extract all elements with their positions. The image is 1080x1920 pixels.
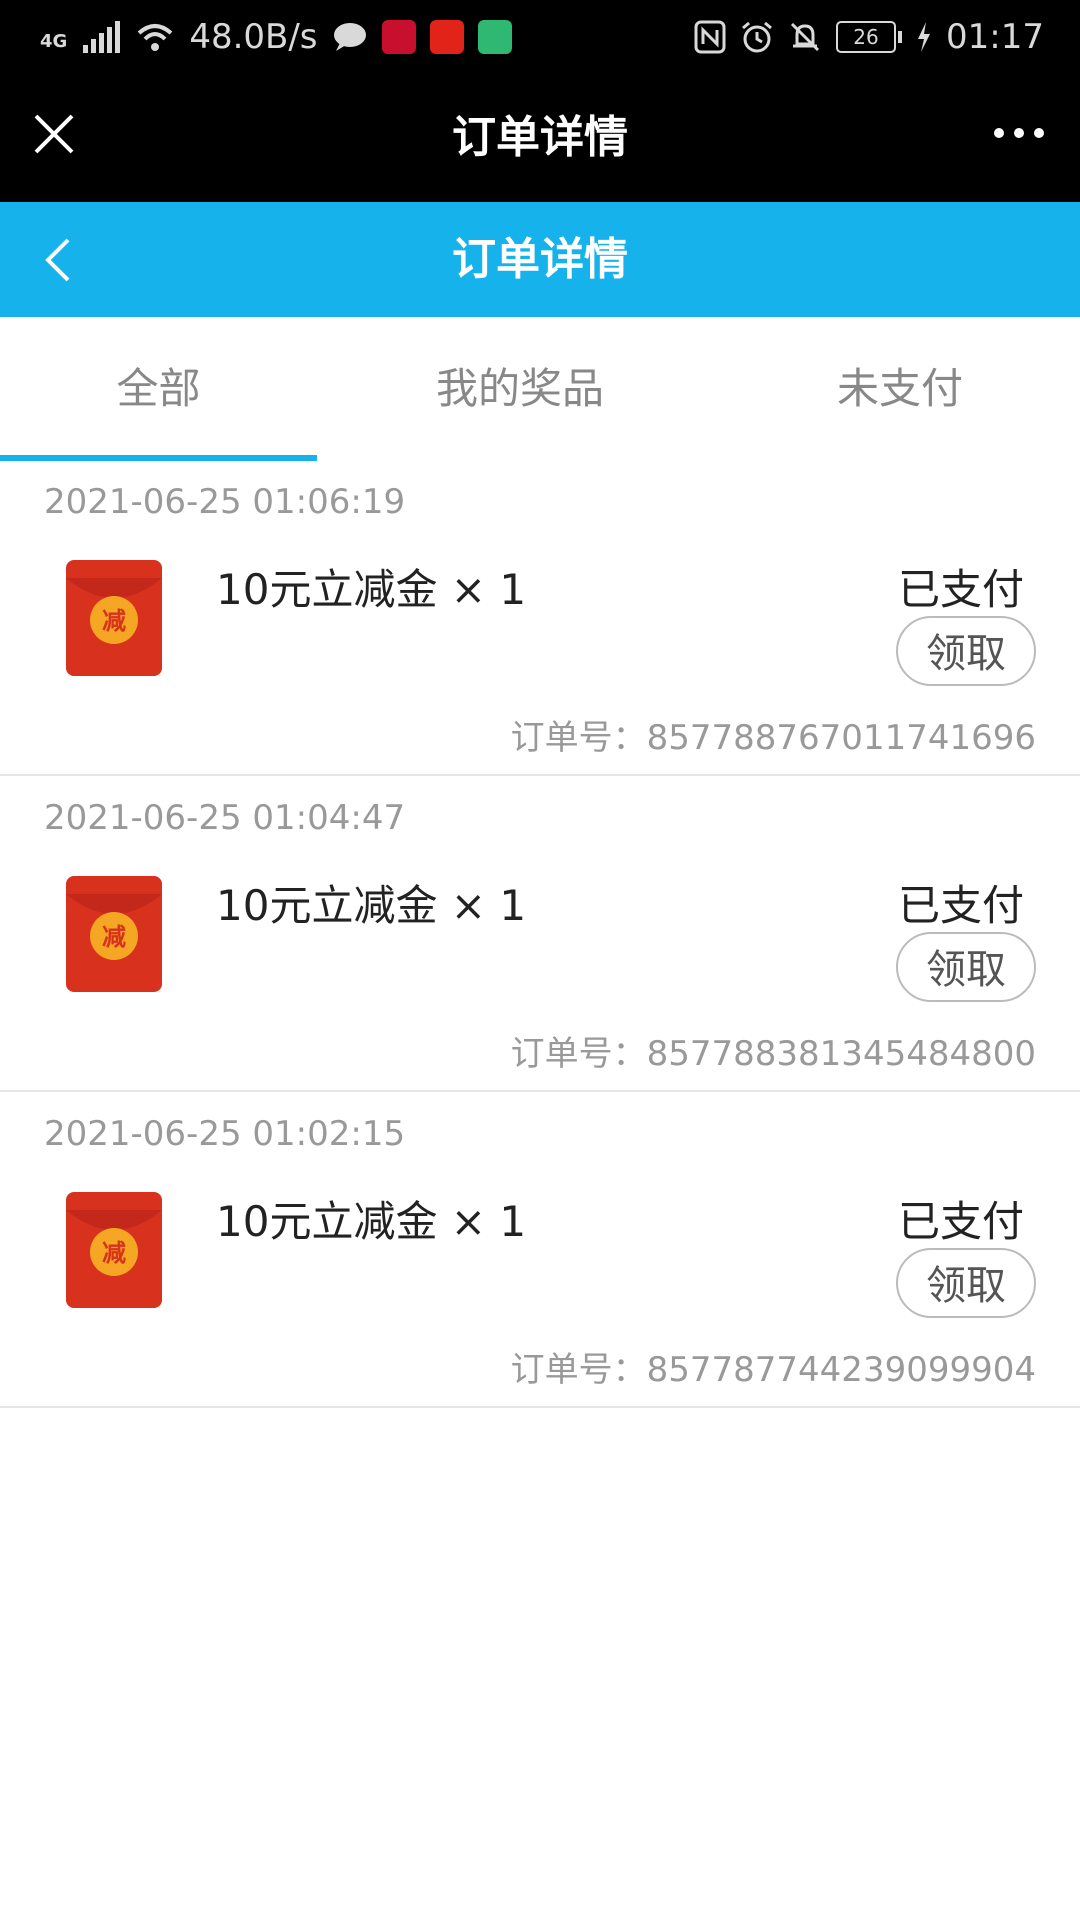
claim-button[interactable]: 领取: [896, 1248, 1036, 1318]
clock: 01:17: [946, 17, 1044, 57]
red-envelope-icon: 减: [66, 1192, 162, 1308]
status-left: 4G 48.0B/s: [40, 17, 512, 57]
charging-icon: [918, 22, 931, 52]
envelope-label: 减: [102, 1239, 126, 1267]
order-product-name: 10元立减金 × 1: [216, 565, 527, 614]
more-dot: [994, 128, 1004, 138]
claim-button[interactable]: 领取: [896, 616, 1036, 686]
bank-app-icon: [381, 20, 416, 54]
green-app-icon: [477, 20, 512, 54]
pay-app-icon: [429, 20, 464, 54]
order-list: 2021-06-25 01:06:19 减 10元立减金 × 1 已支付 领取 …: [0, 460, 1080, 1408]
order-product-name: 10元立减金 × 1: [216, 1197, 527, 1246]
more-dot: [1034, 128, 1044, 138]
tab-unpaid[interactable]: 未支付: [760, 317, 1040, 460]
alarm-icon: [742, 21, 772, 53]
order-time: 2021-06-25 01:04:47: [44, 798, 406, 838]
order-time: 2021-06-25 01:06:19: [44, 482, 406, 522]
status-bar: 4G 48.0B/s 26 01:17: [0, 0, 1080, 74]
order-number: 订单号：857788381345484800: [510, 1034, 1036, 1074]
header-title: 订单详情: [452, 112, 628, 163]
chat-icon: [333, 23, 366, 51]
claim-button[interactable]: 领取: [896, 932, 1036, 1002]
order-item[interactable]: 2021-06-25 01:02:15 减 10元立减金 × 1 已支付 领取 …: [0, 1092, 1080, 1408]
order-status: 已支付: [897, 1197, 1024, 1246]
order-product-name: 10元立减金 × 1: [216, 881, 527, 930]
red-envelope-icon: 减: [66, 876, 162, 992]
envelope-label: 减: [102, 923, 126, 951]
nav-bar: 订单详情: [0, 202, 1080, 317]
tab-bar: 全部 我的奖品 未支付: [0, 317, 1080, 460]
envelope-label: 减: [102, 607, 126, 635]
page-title: 订单详情: [452, 234, 628, 285]
battery-indicator: 26: [836, 21, 903, 53]
mute-icon: [790, 22, 820, 52]
battery-level: 26: [836, 21, 897, 53]
nfc-icon: [694, 20, 726, 54]
order-item[interactable]: 2021-06-25 01:06:19 减 10元立减金 × 1 已支付 领取 …: [0, 460, 1080, 776]
status-right: 26 01:17: [694, 17, 1044, 57]
order-item[interactable]: 2021-06-25 01:04:47 减 10元立减金 × 1 已支付 领取 …: [0, 776, 1080, 1092]
red-envelope-icon: 减: [66, 560, 162, 676]
network-speed: 48.0B/s: [189, 17, 318, 57]
app-header: 订单详情: [0, 74, 1080, 202]
network-label: 4G: [40, 31, 68, 52]
wifi-icon: [137, 24, 173, 51]
order-status: 已支付: [897, 881, 1024, 930]
more-options-icon[interactable]: [994, 128, 1044, 138]
battery-tip: [898, 31, 903, 43]
order-time: 2021-06-25 01:02:15: [44, 1114, 406, 1154]
signal-icon: [83, 21, 121, 53]
tab-all[interactable]: 全部: [0, 317, 317, 460]
order-status: 已支付: [897, 565, 1024, 614]
tab-my-prizes[interactable]: 我的奖品: [370, 317, 670, 460]
order-number: 订单号：857787744239099904: [510, 1350, 1036, 1390]
order-number: 订单号：857788767011741696: [510, 718, 1036, 758]
more-dot: [1014, 128, 1024, 138]
